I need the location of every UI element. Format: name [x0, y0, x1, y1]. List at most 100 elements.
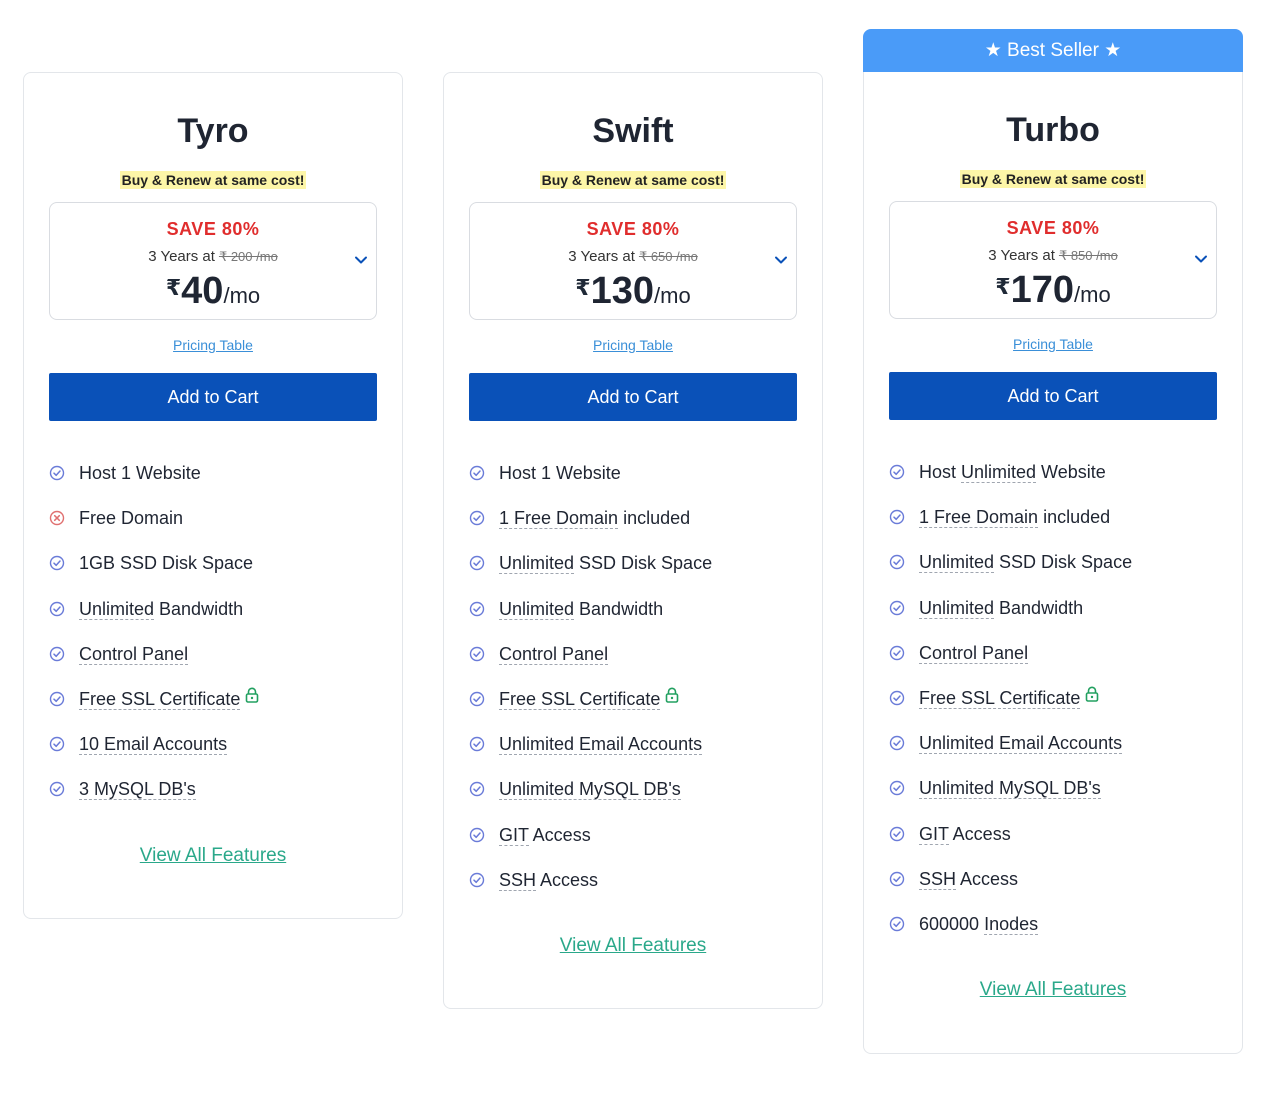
feature-tooltip-term[interactable]: Unlimited MySQL DB's [919, 778, 1101, 800]
feature-tooltip-term[interactable]: Unlimited [919, 552, 995, 574]
feature-text: Unlimited MySQL DB's [499, 777, 681, 801]
feature-tooltip-term[interactable]: Control Panel [79, 643, 189, 665]
feature-item: Free SSL Certificate [889, 686, 1217, 731]
feature-tooltip-term[interactable]: Control Panel [499, 643, 609, 665]
check-circle-icon [469, 782, 485, 797]
add-to-cart-button[interactable]: Add to Cart [49, 373, 377, 421]
check-circle-icon [889, 509, 905, 525]
feature-text-part: Bandwidth [994, 597, 1084, 618]
feature-text: Host Unlimited Website [919, 460, 1106, 484]
price-selector[interactable]: SAVE 80% 3 Years at ₹ 850 /mo ₹170/mo [889, 201, 1217, 319]
save-badge: SAVE 80% [166, 219, 260, 239]
feature-text: GIT Access [499, 823, 591, 847]
feature-text: Control Panel [919, 641, 1029, 665]
plan-tagline: Buy & Renew at same cost! [539, 171, 727, 189]
feature-text: Host 1 Website [79, 461, 201, 485]
feature-text: Free SSL Certificate [499, 687, 661, 711]
check-circle-icon [49, 736, 65, 752]
feature-item: Unlimited Bandwidth [469, 597, 797, 642]
feature-tooltip-term[interactable]: SSH [919, 868, 957, 890]
pricing-table-link[interactable]: Pricing Table [1013, 336, 1093, 352]
check-circle-icon [889, 645, 905, 660]
feature-item: GIT Access [469, 823, 797, 868]
view-all-features-link[interactable]: View All Features [560, 935, 706, 956]
current-price: ₹170/mo [995, 269, 1111, 311]
feature-tooltip-term[interactable]: 1 Free Domain [499, 508, 619, 530]
pricing-table-link[interactable]: Pricing Table [593, 337, 673, 353]
price-selector[interactable]: SAVE 80% 3 Years at ₹ 650 /mo ₹130/mo [469, 202, 797, 320]
price-selector[interactable]: SAVE 80% 3 Years at ₹ 200 /mo ₹40/mo [49, 202, 377, 320]
check-circle-icon [889, 871, 905, 886]
check-circle-icon [49, 646, 65, 661]
pricing-table-link[interactable]: Pricing Table [173, 337, 253, 353]
term-text: 3 Years at ₹ 200 /mo [148, 248, 278, 265]
feature-tooltip-term[interactable]: Unlimited [961, 462, 1037, 483]
feature-tooltip-term[interactable]: 3 MySQL DB's [79, 779, 196, 801]
check-circle-icon [889, 690, 905, 706]
feature-text: Control Panel [79, 642, 189, 666]
feature-text-part: included [618, 508, 691, 529]
lock-icon [1086, 686, 1099, 702]
feature-text: Host 1 Website [499, 461, 621, 485]
feature-tooltip-term[interactable]: Unlimited [79, 598, 155, 620]
feature-list: Host 1 Website Free Domain 1GB SSD Disk Sp… [49, 461, 377, 823]
plan-name: Swift [592, 112, 674, 150]
feature-text: Unlimited Bandwidth [499, 597, 663, 621]
feature-text: 1 Free Domain included [499, 506, 690, 530]
plan-tagline: Buy & Renew at same cost! [959, 170, 1147, 188]
chevron-down-icon[interactable] [774, 253, 788, 267]
feature-text: Free SSL Certificate [919, 686, 1081, 710]
feature-tooltip-term[interactable]: SSH [499, 869, 537, 891]
feature-tooltip-term[interactable]: Unlimited MySQL DB's [499, 779, 681, 801]
plan-tagline: Buy & Renew at same cost! [119, 171, 307, 189]
feature-text: 10 Email Accounts [79, 732, 228, 756]
view-all-features-link[interactable]: View All Features [140, 845, 286, 866]
best-seller-ribbon: ★ Best Seller ★ [863, 29, 1243, 73]
feature-text: Unlimited Bandwidth [919, 596, 1083, 620]
feature-tooltip-term[interactable]: Unlimited [499, 553, 575, 575]
view-all-features-link[interactable]: View All Features [980, 979, 1126, 1000]
chevron-down-icon[interactable] [354, 253, 368, 267]
check-circle-icon [889, 826, 905, 841]
check-circle-icon [469, 827, 485, 842]
feature-text: Unlimited MySQL DB's [919, 776, 1101, 800]
feature-text-part: Access [948, 823, 1011, 844]
plan-card-turbo: Turbo Buy & Renew at same cost! SAVE 80%… [863, 72, 1243, 1054]
feature-tooltip-term[interactable]: GIT [499, 824, 529, 846]
feature-tooltip-term[interactable]: Unlimited [499, 598, 575, 620]
feature-text: Unlimited SSD Disk Space [499, 551, 712, 575]
feature-text-part: Access [956, 868, 1019, 889]
feature-tooltip-term[interactable]: Free SSL Certificate [499, 688, 661, 710]
feature-tooltip-term[interactable]: Unlimited Email Accounts [919, 733, 1123, 755]
feature-text: 1GB SSD Disk Space [79, 551, 253, 575]
feature-text-part: Website [1036, 462, 1106, 482]
feature-item: 1 Free Domain included [889, 505, 1217, 550]
feature-tooltip-term[interactable]: Free SSL Certificate [919, 687, 1081, 709]
feature-tooltip-term[interactable]: Unlimited [919, 597, 995, 619]
feature-tooltip-term[interactable]: Unlimited Email Accounts [499, 734, 703, 756]
plan-name: Turbo [1006, 111, 1100, 149]
feature-item: Unlimited SSD Disk Space [469, 551, 797, 596]
feature-tooltip-term[interactable]: Free SSL Certificate [79, 688, 241, 710]
save-badge: SAVE 80% [1006, 218, 1100, 238]
feature-text: Free Domain [79, 506, 183, 530]
old-price: ₹ 200 /mo [218, 249, 278, 264]
feature-item: 3 MySQL DB's [49, 777, 377, 822]
plan-name: Tyro [177, 112, 249, 150]
check-circle-icon [469, 646, 485, 661]
feature-text: Control Panel [499, 642, 609, 666]
add-to-cart-button[interactable]: Add to Cart [889, 372, 1217, 420]
feature-tooltip-term[interactable]: GIT [919, 823, 949, 845]
feature-tooltip-term[interactable]: Inodes [984, 913, 1039, 935]
feature-item: GIT Access [889, 822, 1217, 867]
chevron-down-icon[interactable] [1194, 252, 1208, 266]
feature-item: Control Panel [49, 642, 377, 687]
feature-tooltip-term[interactable]: Control Panel [919, 642, 1029, 664]
add-to-cart-button[interactable]: Add to Cart [469, 373, 797, 421]
feature-text-part: Bandwidth [574, 598, 664, 619]
feature-tooltip-term[interactable]: 1 Free Domain [919, 507, 1039, 529]
save-badge: SAVE 80% [586, 219, 680, 239]
feature-tooltip-term[interactable]: 10 Email Accounts [79, 734, 228, 756]
feature-text-part: 1GB SSD Disk Space [79, 553, 254, 574]
check-circle-icon [469, 556, 485, 571]
